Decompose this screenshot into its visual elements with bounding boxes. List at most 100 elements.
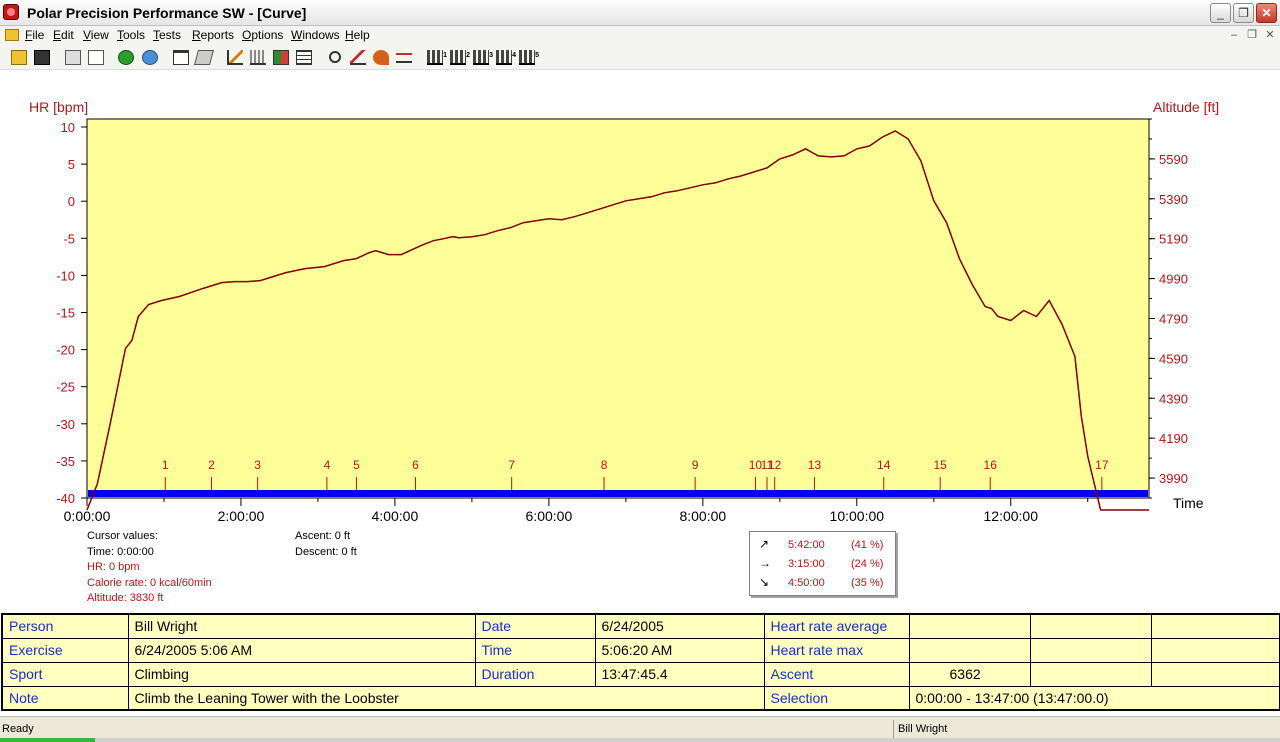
note-value[interactable]: Climb the Leaning Tower with the Loobste… [127,685,765,711]
date-value[interactable]: 6/24/2005 [594,613,765,639]
menu-file[interactable]: File [25,28,44,42]
minimize-button[interactable]: _ [1210,3,1231,23]
hr-axis-title: HR [bpm] [29,99,88,115]
selection-value[interactable]: 0:00:00 - 13:47:00 (13:47:00.0) [908,685,1280,711]
altitude-tick-label: 4590 [1159,351,1188,366]
empty-cell [1150,637,1280,663]
time-value[interactable]: 5:06:20 AM [594,637,765,663]
lap-marker-label: 15 [934,458,948,472]
altitude-tick-label: 4390 [1159,391,1188,406]
duration-value[interactable]: 13:47:45.4 [594,661,765,687]
restore-button[interactable]: ❐ [1233,3,1254,23]
save-icon[interactable] [34,50,50,65]
window-icon[interactable] [173,50,189,65]
lap-marker-label: 8 [601,458,608,472]
empty-cell [1150,661,1280,687]
print-icon[interactable] [65,50,81,65]
altitude-tick-label: 5390 [1159,192,1188,207]
cursor-altitude: Altitude: 3830 ft [87,592,164,604]
cursor-heading: Cursor values: [87,530,158,542]
start-button-edge[interactable] [0,738,95,742]
lap-marker-label: 5 [353,458,360,472]
sport-value[interactable]: Climbing [127,661,476,687]
cursor-hr: HR: 0 bpm [87,561,140,573]
altitude-tick-label: 4190 [1159,431,1188,446]
open-icon[interactable] [11,50,27,65]
curve-chart[interactable]: HR [bpm] Altitude [ft] Time 10 5 0 -5 -10 -15… [0,72,1280,532]
close-button[interactable]: ✕ [1256,3,1277,23]
lap-marker-label: 6 [412,458,419,472]
table-row: Person Bill Wright Date 6/24/2005 Heart … [1,613,1280,639]
exercise-info-table: Person Bill Wright Date 6/24/2005 Heart … [1,613,1280,711]
summary-row-flat: → 3:15:00 (24 %) [750,554,896,573]
menu-bar: File Edit View Tools Tests Reports Optio… [0,26,1280,45]
exercise-value[interactable]: 6/24/2005 5:06 AM [127,637,476,663]
empty-cell [1029,613,1152,639]
hr-max-value [908,637,1031,663]
document-icon[interactable] [5,29,19,41]
duration-label: Duration [474,661,596,687]
time-tick-label: 2:00:00 [218,508,265,524]
summary-row-down: ↘ 4:50:00 (35 %) [750,573,896,592]
curve-icon[interactable] [227,50,243,65]
zoom-icon[interactable] [329,51,341,63]
menu-edit[interactable]: Edit [53,28,74,42]
altitude-tick-label: 4990 [1159,272,1188,287]
lap-marker-label: 3 [254,458,261,472]
lap-marker-label: 14 [877,458,891,472]
menu-tools[interactable]: Tools [117,28,145,42]
menu-options[interactable]: Options [242,28,283,42]
hr-tick-label: 5 [68,157,75,172]
altitude-axis: 5590 5390 5190 4990 4790 4590 4390 4190 3990 [1149,118,1188,499]
bar-chart-number: 3 [489,52,493,59]
mdi-minimize-button[interactable]: – [1227,28,1241,42]
arrow-icon[interactable] [373,50,389,65]
book-icon[interactable] [193,50,215,65]
bar-chart-2-icon[interactable]: 2 [450,50,470,65]
title-bar: Polar Precision Performance SW - [Curve]… [0,0,1280,26]
status-divider [893,720,894,738]
wave-icon[interactable] [396,53,412,63]
menu-windows[interactable]: Windows [291,28,340,42]
toolbar: 1 2 3 4 5 [0,45,1280,70]
menu-tests[interactable]: Tests [153,28,181,42]
selection-bar[interactable] [88,490,1148,497]
refresh-icon[interactable] [118,50,134,65]
time-tick-label: 8:00:00 [679,508,726,524]
hr-tick-label: 10 [61,120,75,135]
menu-view[interactable]: View [83,28,109,42]
bar-chart-number: 1 [443,52,447,59]
window-title: Polar Precision Performance SW - [Curve] [27,5,307,21]
summary-time: 4:50:00 [788,577,825,589]
polar-app-icon[interactable] [3,4,19,20]
lap-marker-label: 13 [808,458,822,472]
lap-marker-label: 16 [984,458,998,472]
hr-tick-label: -5 [63,231,75,246]
chart-icon[interactable] [350,50,366,65]
bar-chart-5-icon[interactable]: 5 [519,50,539,65]
status-user: Bill Wright [898,723,948,735]
copy-icon[interactable] [88,50,104,65]
hr-tick-label: -30 [56,417,75,432]
mixed-chart-icon[interactable] [273,50,289,65]
cursor-descent: Descent: 0 ft [295,545,357,558]
lap-marker-label: 9 [692,458,699,472]
hr-tick-label: -35 [56,454,75,469]
table-row: Sport Climbing Duration 13:47:45.4 Ascen… [1,661,1280,687]
globe-icon[interactable] [142,50,158,65]
bar-chart-3-icon[interactable]: 3 [473,50,493,65]
cursor-values: Cursor values: Time: 0:00:00 HR: 0 bpm C… [87,529,212,607]
ascent-value[interactable]: 6362 [908,661,1031,687]
bar-chart-4-icon[interactable]: 4 [496,50,516,65]
mdi-restore-button[interactable]: ❐ [1245,28,1259,42]
bar-chart-1-icon[interactable]: 1 [427,50,447,65]
table-icon[interactable] [296,50,312,65]
hr-tick-label: -10 [56,268,75,283]
mdi-close-button[interactable]: ✕ [1263,28,1277,42]
menu-reports[interactable]: Reports [192,28,234,42]
summary-time: 3:15:00 [788,558,825,570]
person-value[interactable]: Bill Wright [127,613,476,639]
menu-help[interactable]: Help [345,28,370,42]
bars-icon[interactable] [250,50,266,65]
arrow-right-icon: → [759,556,771,570]
